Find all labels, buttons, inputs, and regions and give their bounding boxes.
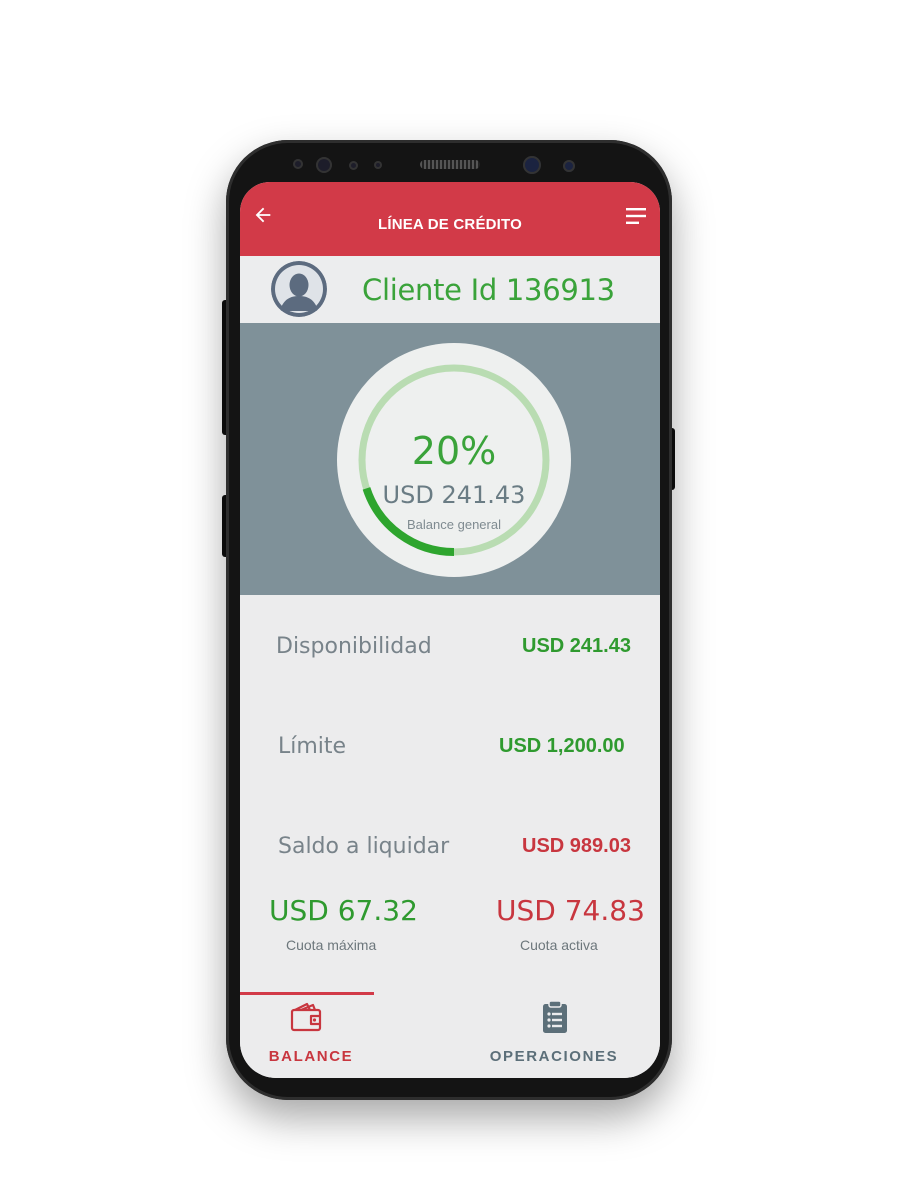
max-quota-caption: Cuota máxima <box>286 937 377 953</box>
active-tab-indicator <box>240 992 374 995</box>
active-quota-caption: Cuota activa <box>520 937 598 953</box>
availability-value: USD 241.43 <box>522 635 631 657</box>
tab-balance-label: BALANCE <box>268 1048 354 1065</box>
max-quota-value: USD 67.32 <box>269 894 418 927</box>
page-title: LÍNEA DE CRÉDITO <box>377 216 523 233</box>
tab-balance[interactable]: BALANCE <box>241 1000 381 1070</box>
front-camera <box>523 156 541 174</box>
balance-gauge: 20% USD 241.43 Balance general <box>337 343 571 577</box>
tab-operations-label: OPERACIONES <box>489 1048 619 1065</box>
balance-due-value: USD 989.03 <box>522 835 631 857</box>
active-quota-value: USD 74.83 <box>496 894 645 927</box>
sensor <box>563 160 575 172</box>
balance-caption: Balance general <box>407 517 501 532</box>
balance-gauge-panel: 20% USD 241.43 Balance general <box>240 323 660 595</box>
clipboard-list-icon <box>543 1000 567 1033</box>
client-id: Cliente Id 136913 <box>362 273 615 307</box>
sensor <box>374 161 382 169</box>
bottom-tab-bar: BALANCE OPERACIONES <box>240 990 660 1078</box>
sensor <box>349 161 358 170</box>
earpiece-speaker <box>420 160 480 169</box>
app-bar: LÍNEA DE CRÉDITO <box>240 182 660 256</box>
tab-operations[interactable]: OPERACIONES <box>484 1000 624 1070</box>
wallet-icon <box>290 1002 322 1032</box>
balance-percent: 20% <box>411 429 497 473</box>
balance-due-label: Saldo a liquidar <box>278 834 450 859</box>
user-avatar-icon <box>271 261 327 317</box>
credit-details: Disponibilidad USD 241.43 Límite USD 1,2… <box>240 595 660 990</box>
limit-label: Límite <box>278 734 347 759</box>
sensor <box>293 159 303 169</box>
menu-icon[interactable] <box>626 206 648 226</box>
sensor <box>316 157 332 173</box>
client-header: Cliente Id 136913 <box>240 256 660 323</box>
balance-amount: USD 241.43 <box>382 481 526 509</box>
availability-label: Disponibilidad <box>276 634 432 659</box>
limit-value: USD 1,200.00 <box>499 735 625 757</box>
app-screen: LÍNEA DE CRÉDITO Cliente Id 136913 20% U… <box>240 182 660 1078</box>
